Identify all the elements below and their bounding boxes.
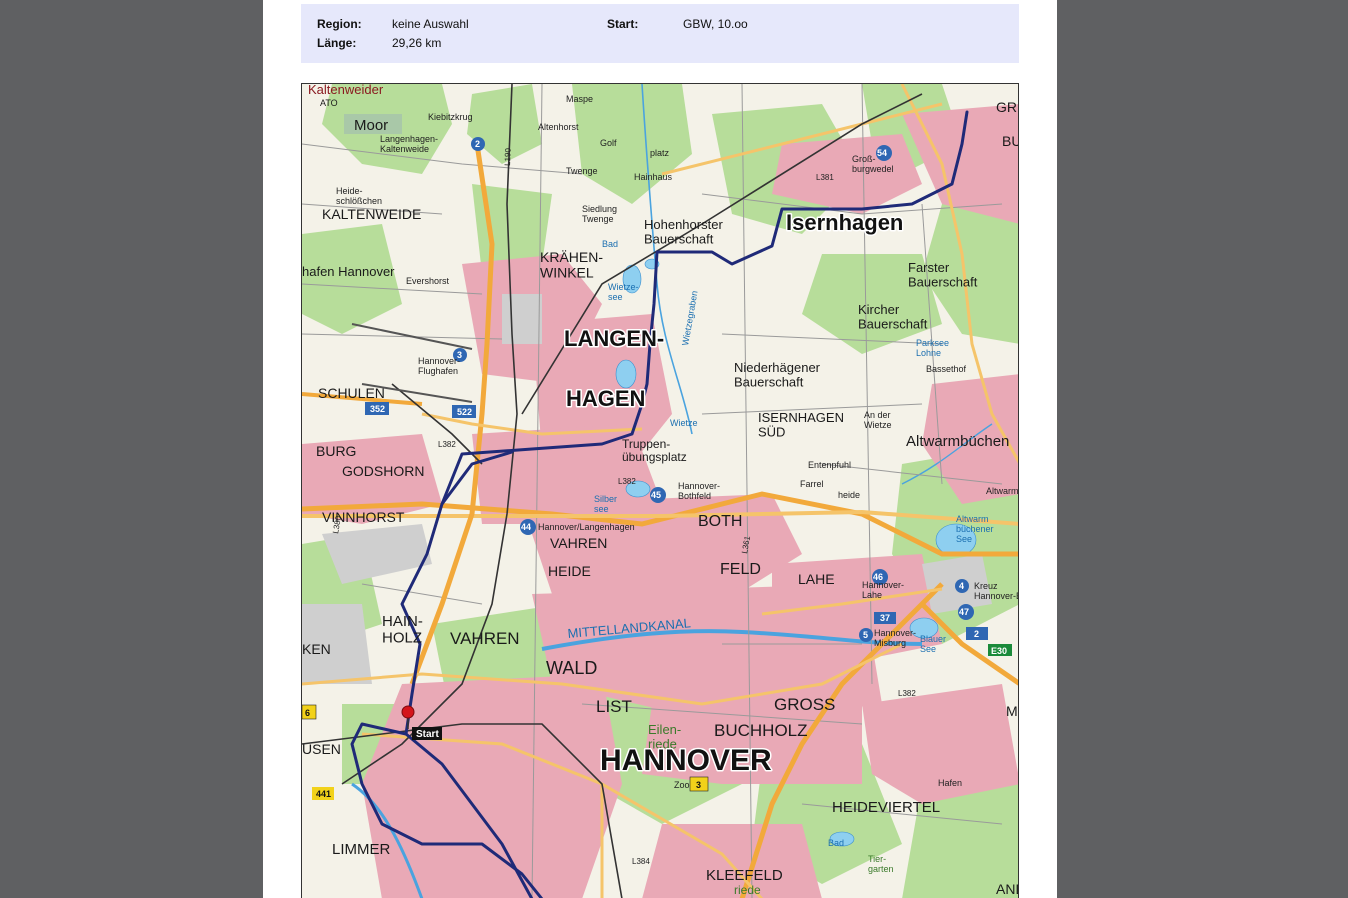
label-bad2: Bad xyxy=(828,838,844,848)
label-hannover: HANNOVER xyxy=(600,744,772,777)
label-m: M xyxy=(1006,703,1018,719)
label-gross: GROSS xyxy=(774,695,835,714)
label-moor: Moor xyxy=(354,117,388,134)
label-altwarm: Altwarm xyxy=(986,486,1019,496)
label-bu: BU xyxy=(1002,133,1019,149)
label-altenhorst: Altenhorst xyxy=(538,122,579,132)
road-number-3: 3 xyxy=(696,780,701,790)
exit-5: 5 xyxy=(863,630,868,640)
label-both: BOTH xyxy=(698,513,742,530)
label-l382-c: L382 xyxy=(898,689,916,698)
document-page: Region: keine Auswahl Länge: 29,26 km St… xyxy=(263,0,1057,898)
road-number-e30: E30 xyxy=(991,646,1007,656)
length-label: Länge: xyxy=(317,36,357,50)
label-vinnhorst: VINNHORST xyxy=(322,509,405,525)
label-ken: KEN xyxy=(302,641,331,657)
label-burg: BURG xyxy=(316,443,356,459)
label-entenpfuhl: Entenpfuhl xyxy=(808,460,851,470)
label-and: AND xyxy=(996,881,1019,897)
route-info-box: Region: keine Auswahl Länge: 29,26 km St… xyxy=(301,4,1019,63)
exit-44: 44 xyxy=(521,522,531,532)
label-heide2: HEIDE xyxy=(548,563,591,579)
label-golf: Golf xyxy=(600,138,617,148)
label-twenge: Twenge xyxy=(566,166,598,176)
label-isernhagen: Isernhagen xyxy=(786,210,903,235)
label-farrel: Farrel xyxy=(800,479,824,489)
route-map[interactable]: Start 352 522 441 3 37 2 E30 6 2 3 44 45… xyxy=(301,83,1019,898)
label-heideviertel: HEIDEVIERTEL xyxy=(832,799,940,816)
start-marker-label: Start xyxy=(416,729,439,740)
label-l382-a: L382 xyxy=(438,440,456,449)
label-evershorst: Evershorst xyxy=(406,276,450,286)
label-hafen: Hafen xyxy=(938,778,962,788)
marker-pin-head xyxy=(401,705,415,719)
label-hannover-langenhagen: Hannover/Langenhagen xyxy=(538,522,635,532)
exit-54: 54 xyxy=(877,148,887,158)
exit-45: 45 xyxy=(651,490,661,500)
label-kleefeld: KLEEFELD xyxy=(706,867,783,884)
label-ato: ATO xyxy=(320,98,338,108)
road-number-6: 6 xyxy=(305,708,310,718)
label-l190: L190 xyxy=(503,147,513,166)
label-heide: heide xyxy=(838,490,860,500)
label-buchholz: BUCHHOLZ xyxy=(714,721,808,740)
label-hohenhorster: Hohenhorster Bauerschaft xyxy=(644,217,723,246)
label-flughafen: hafen Hannover xyxy=(302,264,395,279)
region-label: Region: xyxy=(317,17,362,31)
label-maspe: Maspe xyxy=(566,94,593,104)
exit-2: 2 xyxy=(475,139,480,149)
label-vahren: VAHREN xyxy=(550,535,607,551)
label-an-der-wietze: An der Wietze xyxy=(864,410,892,430)
start-label: Start: xyxy=(607,17,639,31)
label-langen: LANGEN- xyxy=(564,326,664,351)
label-altwarmbuechen: Altwarmbüchen xyxy=(906,433,1009,450)
label-wald: WALD xyxy=(546,658,597,678)
label-kaltenweide: KALTENWEIDE xyxy=(322,206,421,222)
start-value: GBW, 10.oo xyxy=(683,17,748,31)
label-riede: riede xyxy=(734,883,761,897)
label-usen: USEN xyxy=(302,741,341,757)
label-kiebitzkrug: Kiebitzkrug xyxy=(428,112,473,122)
label-bassethof: Bassethof xyxy=(926,364,967,374)
label-gr: GR xyxy=(996,99,1017,115)
label-hannover-flughafen: Hannover-Flughafen xyxy=(418,356,460,376)
label-zoo: Zoo xyxy=(674,780,690,790)
label-kaltenweider: Kaltenweider xyxy=(308,84,384,97)
label-siedlung-twenge: Siedlung Twenge xyxy=(582,204,617,224)
label-hainholz: HAIN-HOLZ xyxy=(382,613,423,647)
label-list: LIST xyxy=(596,697,632,716)
label-hainhaus: Hainhaus xyxy=(634,172,673,182)
road-number-441: 441 xyxy=(316,789,331,799)
road-number-2: 2 xyxy=(974,629,979,639)
road-number-522: 522 xyxy=(457,407,472,417)
exit-4: 4 xyxy=(959,581,964,591)
label-wietze: Wietze xyxy=(670,418,698,428)
region-value: keine Auswahl xyxy=(392,17,469,31)
map-canvas: Start 352 522 441 3 37 2 E30 6 2 3 44 45… xyxy=(302,84,1019,898)
label-platz: platz xyxy=(650,148,670,158)
road-number-352: 352 xyxy=(370,404,385,414)
label-vahren2: VAHREN xyxy=(450,629,520,648)
label-schulen: SCHULEN xyxy=(318,385,385,401)
label-bad: Bad xyxy=(602,239,618,249)
label-hagen: HAGEN xyxy=(566,386,645,411)
label-limmer: LIMMER xyxy=(332,841,391,858)
label-l384: L384 xyxy=(632,857,650,866)
label-l382-b: L382 xyxy=(618,477,636,486)
label-l381: L381 xyxy=(816,173,834,182)
label-lahe: LAHE xyxy=(798,571,835,587)
label-feld: FELD xyxy=(720,561,761,578)
exit-47: 47 xyxy=(959,607,969,617)
road-number-37: 37 xyxy=(880,613,890,623)
label-godshorn: GODSHORN xyxy=(342,463,424,479)
length-value: 29,26 km xyxy=(392,36,442,50)
